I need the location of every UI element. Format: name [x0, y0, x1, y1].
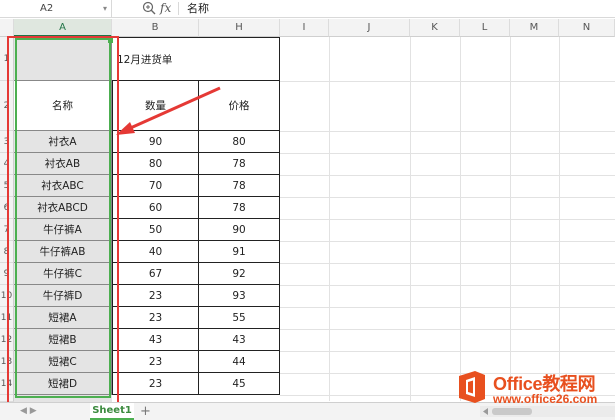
cell-price[interactable]: 78 — [199, 153, 280, 175]
cell-qty[interactable]: 80 — [112, 153, 199, 175]
cell-name[interactable]: 衬衣ABCD — [14, 197, 112, 219]
grid-line — [280, 285, 615, 286]
cell-qty[interactable]: 23 — [112, 307, 199, 329]
cell-name[interactable]: 牛仔裤AB — [14, 241, 112, 263]
cell-price[interactable]: 78 — [199, 197, 280, 219]
row-header-5[interactable]: 5 — [0, 175, 14, 197]
column-header-l[interactable]: L — [460, 19, 510, 37]
column-header-a[interactable]: A — [14, 19, 112, 37]
formula-input[interactable]: 名称 — [187, 0, 209, 17]
grid-line — [280, 81, 615, 82]
row-header-1[interactable]: 1 — [0, 37, 14, 81]
column-header-n[interactable]: N — [559, 19, 615, 37]
cell-qty[interactable]: 60 — [112, 197, 199, 219]
cell-a15[interactable] — [14, 395, 112, 402]
name-box-value: A2 — [40, 3, 54, 14]
grid-line — [280, 153, 615, 154]
column-header-i[interactable]: I — [280, 19, 329, 37]
column-header-h[interactable]: H — [199, 19, 280, 37]
cell-a1[interactable] — [14, 37, 112, 81]
cell-header-qty[interactable]: 数量 — [112, 81, 199, 131]
grid-line — [280, 351, 615, 352]
cell-title[interactable]: 12月进货单 — [112, 37, 280, 81]
grid-line — [280, 307, 615, 308]
watermark: Office教程网 www.office26.com — [455, 368, 615, 416]
cell-name[interactable]: 衬衣A — [14, 131, 112, 153]
sheet-nav-arrows-icon[interactable]: ◀ ▶ — [20, 403, 37, 420]
formula-separator — [178, 2, 179, 15]
cell-name[interactable]: 短裙B — [14, 329, 112, 351]
cell-qty[interactable]: 43 — [112, 329, 199, 351]
row-header-14[interactable]: 14 — [0, 373, 14, 395]
watermark-url: www.office26.com — [493, 392, 598, 406]
row-header-4[interactable]: 4 — [0, 153, 14, 175]
function-icon[interactable]: fx — [160, 0, 171, 17]
row-header-9[interactable]: 9 — [0, 263, 14, 285]
cell-qty[interactable]: 23 — [112, 351, 199, 373]
chevron-down-icon[interactable]: ▾ — [103, 0, 107, 17]
office-logo-icon — [459, 371, 485, 403]
cell-price[interactable]: 44 — [199, 351, 280, 373]
cell-price[interactable]: 93 — [199, 285, 280, 307]
grid-line — [280, 329, 615, 330]
cell-price[interactable]: 45 — [199, 373, 280, 395]
row-header-3[interactable]: 3 — [0, 131, 14, 153]
cell-qty[interactable]: 70 — [112, 175, 199, 197]
cell-name[interactable]: 短裙C — [14, 351, 112, 373]
cell-header-name[interactable]: 名称 — [14, 81, 112, 131]
row-header-10[interactable]: 10 — [0, 285, 14, 307]
cell-qty[interactable]: 67 — [112, 263, 199, 285]
cell-qty[interactable]: 90 — [112, 131, 199, 153]
fill-handle[interactable] — [108, 38, 113, 43]
cell-name[interactable]: 牛仔裤A — [14, 219, 112, 241]
grid-line — [280, 219, 615, 220]
cell-price[interactable]: 78 — [199, 175, 280, 197]
cell-price[interactable]: 91 — [199, 241, 280, 263]
row-header-7[interactable]: 7 — [0, 219, 14, 241]
cell-name[interactable]: 短裙A — [14, 307, 112, 329]
column-header-k[interactable]: K — [410, 19, 460, 37]
row-header-15[interactable] — [0, 395, 14, 402]
cell-price[interactable]: 55 — [199, 307, 280, 329]
column-header-j[interactable]: J — [329, 19, 410, 37]
grid-line — [280, 197, 615, 198]
grid-line — [280, 263, 615, 264]
cell-name[interactable]: 牛仔裤D — [14, 285, 112, 307]
row-header-12[interactable]: 12 — [0, 329, 14, 351]
cell-name[interactable]: 衬衣AB — [14, 153, 112, 175]
cell-price[interactable]: 92 — [199, 263, 280, 285]
column-header-b[interactable]: B — [112, 19, 199, 37]
formula-bar: A2 ▾ fx 名称 — [0, 0, 615, 18]
cell-price[interactable]: 43 — [199, 329, 280, 351]
row-header-13[interactable]: 13 — [0, 351, 14, 373]
row-header-11[interactable]: 11 — [0, 307, 14, 329]
name-box[interactable]: A2 ▾ — [0, 0, 112, 17]
cell-qty[interactable]: 23 — [112, 285, 199, 307]
row-header-8[interactable]: 8 — [0, 241, 14, 263]
cell-header-price[interactable]: 价格 — [199, 81, 280, 131]
cell-price[interactable]: 80 — [199, 131, 280, 153]
row-header-2[interactable]: 2 — [0, 81, 14, 131]
cell-qty[interactable]: 50 — [112, 219, 199, 241]
cell-qty[interactable]: 40 — [112, 241, 199, 263]
column-header-m[interactable]: M — [510, 19, 559, 37]
add-sheet-button[interactable]: + — [140, 403, 151, 420]
zoom-icon[interactable] — [142, 1, 156, 15]
grid-line — [280, 131, 615, 132]
cell-name[interactable]: 衬衣ABC — [14, 175, 112, 197]
sheet-tab-active[interactable]: Sheet1 — [90, 403, 134, 420]
row-header-6[interactable]: 6 — [0, 197, 14, 219]
grid-line — [280, 241, 615, 242]
cell-name[interactable]: 短裙D — [14, 373, 112, 395]
cell-qty[interactable]: 23 — [112, 373, 199, 395]
cell-price[interactable]: 90 — [199, 219, 280, 241]
cell-name[interactable]: 牛仔裤C — [14, 263, 112, 285]
grid-line — [280, 175, 615, 176]
select-all-corner[interactable] — [0, 19, 14, 37]
